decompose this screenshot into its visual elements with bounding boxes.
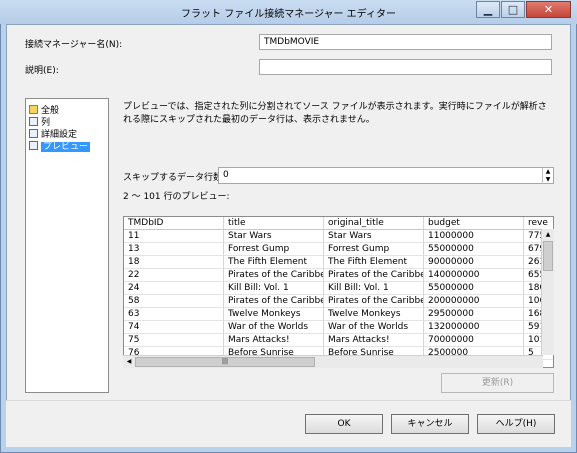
table-cell: War of the Worlds (324, 321, 424, 334)
table-cell: 132000000 (424, 321, 524, 334)
nav-item-label: プレビュー (41, 142, 91, 152)
spinner-up-arrow-icon[interactable]: ▲ (542, 168, 553, 176)
table-cell: Mars Attacks! (224, 334, 324, 347)
column-header[interactable]: title (224, 217, 324, 230)
spinner-down-arrow-icon[interactable]: ▼ (542, 176, 553, 184)
table-cell: War of the Worlds (224, 321, 324, 334)
table-cell: 55000000 (424, 282, 524, 295)
page-navigation-list: 全般 列 詳細設定 プレビュー (25, 98, 109, 393)
table-cell: Twelve Monkeys (324, 308, 424, 321)
table-cell: The Fifth Element (324, 256, 424, 269)
table-cell: Twelve Monkeys (224, 308, 324, 321)
table-cell: Forrest Gump (224, 243, 324, 256)
table-cell: Pirates of the Caribbea... (224, 269, 324, 282)
table-cell: Star Wars (324, 230, 424, 243)
preview-icon (29, 141, 38, 150)
table-cell: 11 (124, 230, 224, 243)
table-cell: Pirates of the Caribbea... (224, 295, 324, 308)
table-cell: 13 (124, 243, 224, 256)
nav-item-label: 列 (41, 118, 51, 128)
table-cell: 29500000 (424, 308, 524, 321)
horizontal-scroll-thumb[interactable]: ||| (135, 357, 315, 367)
refresh-button[interactable]: 更新(R) (441, 373, 554, 393)
table-cell: 22 (124, 269, 224, 282)
table-cell: 140000000 (424, 269, 524, 282)
horizontal-scrollbar[interactable]: ◀ ||| (123, 355, 543, 368)
table-cell: Kill Bill: Vol. 1 (324, 282, 424, 295)
column-header[interactable]: original_title (324, 217, 424, 230)
help-button[interactable]: ヘルプ(H) (477, 414, 555, 434)
table-cell: The Fifth Element (224, 256, 324, 269)
nav-item-label: 全般 (41, 106, 60, 116)
maximize-button[interactable]: □ (501, 1, 525, 18)
nav-item-preview[interactable]: プレビュー (29, 141, 91, 153)
table-cell: 55000000 (424, 243, 524, 256)
table-cell: Kill Bill: Vol. 1 (224, 282, 324, 295)
advanced-icon (29, 129, 38, 138)
table-cell: Mars Attacks! (324, 334, 424, 347)
scroll-up-arrow-icon[interactable]: ▲ (543, 230, 553, 240)
table-cell: Pirates of the Caribbea... (324, 269, 424, 282)
table-cell: 11000000 (424, 230, 524, 243)
connection-name-input[interactable]: TMDbMOVIE (259, 34, 552, 50)
vertical-scroll-thumb[interactable] (543, 241, 553, 271)
minimize-button[interactable]: ▁ (476, 1, 500, 18)
nav-item-advanced[interactable]: 詳細設定 (29, 129, 77, 141)
preview-description: プレビューでは、指定された列に分割されてソース ファイルが表示されます。実行時に… (123, 102, 547, 125)
table-cell: 74 (124, 321, 224, 334)
table-cell: Forrest Gump (324, 243, 424, 256)
table-cell: 58 (124, 295, 224, 308)
table-cell: 70000000 (424, 334, 524, 347)
table-cell: Star Wars (224, 230, 324, 243)
scroll-left-arrow-icon[interactable]: ◀ (124, 357, 134, 367)
table-cell: 75 (124, 334, 224, 347)
general-icon (29, 105, 38, 114)
preview-range-label: 2 ～ 101 行のプレビュー: (123, 192, 230, 202)
columns-icon (29, 117, 38, 126)
column-header[interactable]: TMDbID (124, 217, 224, 230)
ok-button[interactable]: OK (305, 414, 383, 434)
close-button[interactable]: ✕ (526, 1, 571, 18)
description-label: 説明(E): (25, 66, 59, 76)
title-bar[interactable]: フラット ファイル接続マネージャー エディター ▁ □ ✕ (0, 0, 577, 24)
table-cell: 24 (124, 282, 224, 295)
description-input[interactable] (259, 59, 552, 75)
table-cell: 200000000 (424, 295, 524, 308)
column-header[interactable]: budget (424, 217, 524, 230)
table-cell: 63 (124, 308, 224, 321)
table-cell: 90000000 (424, 256, 524, 269)
vertical-scrollbar[interactable]: ▲ (541, 229, 554, 355)
table-cell: Pirates of the Caribbea... (324, 295, 424, 308)
nav-item-label: 詳細設定 (41, 130, 78, 140)
preview-data-grid: TMDbID title original_title budget reve 11 Sta… (123, 216, 554, 368)
table-cell: 18 (124, 256, 224, 269)
skip-rows-value: 0 (223, 170, 229, 180)
skip-rows-spinner[interactable]: 0 ▲ ▼ (218, 167, 554, 184)
connection-name-label: 接続マネージャー名(N): (25, 40, 123, 50)
nav-item-general[interactable]: 全般 (29, 105, 59, 117)
nav-item-columns[interactable]: 列 (29, 117, 50, 129)
cancel-button[interactable]: キャンセル (391, 414, 469, 434)
